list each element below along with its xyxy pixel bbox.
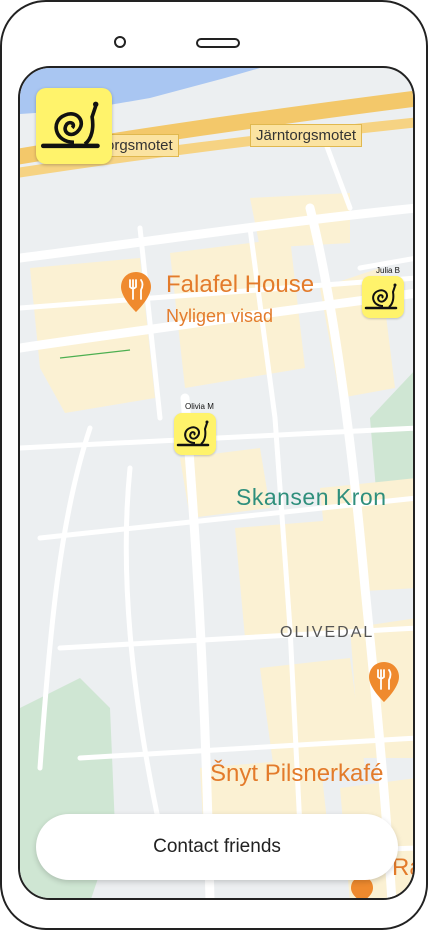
screen: orgsmotet Järntorgsmotet Falafel House N… [18,66,415,900]
park-label: Skansen Kron [236,484,387,510]
snail-icon [176,420,210,447]
restaurant-pin-icon[interactable] [368,661,400,703]
front-camera [114,36,126,48]
friend-name: Olivia M [185,402,214,411]
phone-frame: orgsmotet Järntorgsmotet Falafel House N… [0,0,428,930]
district-label: OLIVEDAL [280,624,375,641]
friend-marker-olivia[interactable] [174,413,216,455]
poi-name[interactable]: Šnyt Pilsnerkafé [210,760,383,788]
snail-icon [364,283,398,310]
my-snail-button[interactable] [36,88,112,164]
poi-subtitle: Nyligen visad [166,306,274,326]
poi-name[interactable]: Falafel House [166,271,314,299]
snail-icon [40,101,100,149]
speaker-grille [196,38,240,48]
road-label: Järntorgsmotet [250,124,363,147]
friend-name: Julia B [376,266,401,275]
restaurant-pin-icon[interactable] [120,271,152,313]
contact-friends-button[interactable]: Contact friends [36,814,398,880]
friend-marker-julia[interactable] [362,276,404,318]
